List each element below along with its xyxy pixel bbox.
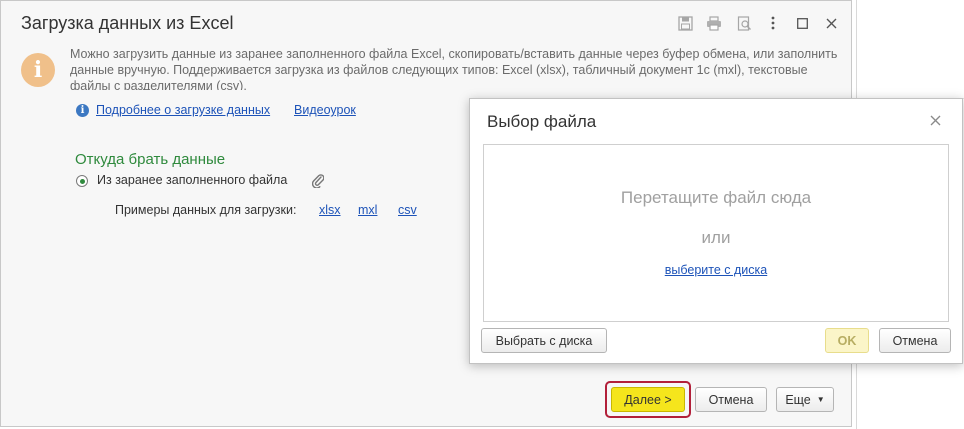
video-lesson-link[interactable]: Видеоурок <box>294 103 356 117</box>
info-icon: i <box>21 53 55 87</box>
more-vert-icon[interactable] <box>764 14 782 32</box>
paperclip-icon[interactable] <box>311 173 325 192</box>
example-mxl-link[interactable]: mxl <box>358 203 377 217</box>
ok-button[interactable]: OK <box>825 328 869 353</box>
or-text: или <box>701 228 731 247</box>
more-menu-button[interactable]: Еще ▼ <box>776 387 834 412</box>
file-choice-dialog: Выбор файла Перетащите файл сюда или выб… <box>469 98 963 364</box>
maximize-icon[interactable] <box>793 14 811 32</box>
choose-from-disk-link[interactable]: выберите с диска <box>665 263 767 277</box>
window-title: Загрузка данных из Excel <box>21 13 234 33</box>
print-icon[interactable] <box>705 14 723 32</box>
dialog-close-icon[interactable] <box>930 111 941 131</box>
caret-down-icon: ▼ <box>816 395 825 404</box>
save-icon[interactable] <box>676 14 694 32</box>
drop-hint: Перетащите файл сюда <box>620 188 812 207</box>
next-button[interactable]: Далее > <box>611 387 685 412</box>
section-title: Откуда брать данные <box>75 151 226 168</box>
dialog-title: Выбор файла <box>487 112 597 131</box>
close-icon[interactable] <box>822 14 840 32</box>
choose-from-disk-button[interactable]: Выбрать с диска <box>481 328 607 353</box>
info-small-icon: i <box>76 104 89 117</box>
preview-icon[interactable] <box>735 14 753 32</box>
example-csv-link[interactable]: csv <box>398 203 417 217</box>
drop-zone[interactable]: Перетащите файл сюда или выберите с диск… <box>483 144 949 322</box>
cancel-button[interactable]: Отмена <box>695 387 767 412</box>
file-source-label[interactable]: Из заранее заполненного файла <box>97 173 287 187</box>
more-menu-label: Еще <box>785 392 811 407</box>
examples-label: Примеры данных для загрузки: <box>115 203 297 217</box>
info-text: Можно загрузить данные из заранее заполн… <box>70 47 838 90</box>
file-source-radio[interactable] <box>76 175 88 187</box>
more-info-link[interactable]: Подробнее о загрузке данных <box>96 103 270 117</box>
example-xlsx-link[interactable]: xlsx <box>319 203 341 217</box>
dialog-cancel-button[interactable]: Отмена <box>879 328 951 353</box>
